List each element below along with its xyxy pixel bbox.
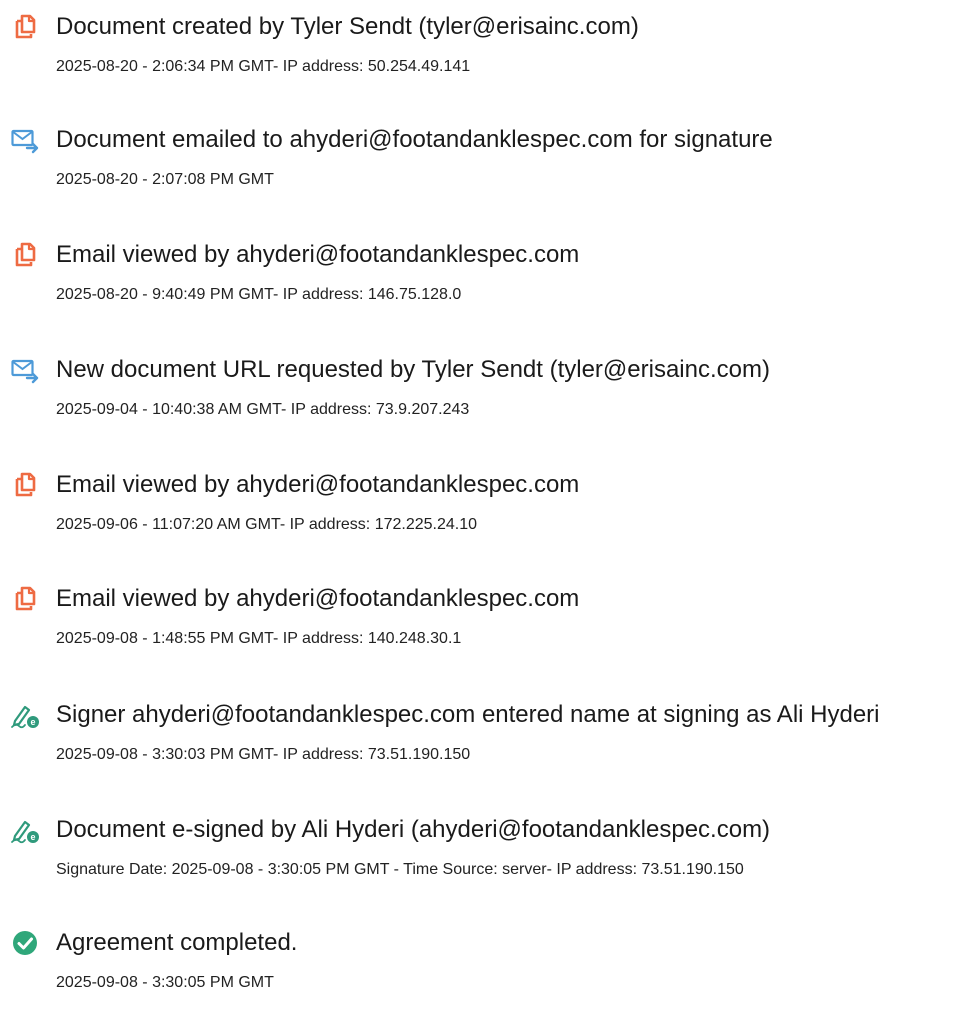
entry-detail: 2025-08-20 - 2:07:08 PM GMT — [56, 171, 274, 188]
signature-pen-icon: e — [10, 700, 40, 730]
log-entry: Email viewed by ahyderi@footandanklespec… — [0, 584, 974, 684]
entry-detail: 2025-09-08 - 3:30:03 PM GMT- IP address:… — [56, 746, 471, 763]
entry-title: Email viewed by ahyderi@footandanklespec… — [56, 585, 580, 612]
document-icon — [10, 470, 40, 500]
entry-title: Document created by Tyler Sendt (tyler@e… — [56, 13, 639, 40]
log-entry: Document created by Tyler Sendt (tyler@e… — [0, 12, 974, 112]
entry-detail: 2025-08-20 - 9:40:49 PM GMT- IP address:… — [56, 286, 462, 303]
log-entry: e Signer ahyderi@footandanklespec.com en… — [0, 700, 974, 800]
document-icon — [10, 12, 40, 42]
log-entry: Email viewed by ahyderi@footandanklespec… — [0, 470, 974, 570]
email-icon — [10, 125, 40, 155]
entry-title: Agreement completed. — [56, 929, 298, 956]
entry-detail: 2025-09-08 - 1:48:55 PM GMT- IP address:… — [56, 630, 462, 647]
email-icon — [10, 355, 40, 385]
entry-detail: Signature Date: 2025-09-08 - 3:30:05 PM … — [56, 861, 744, 878]
entry-title: Signer ahyderi@footandanklespec.com ente… — [56, 701, 880, 728]
log-entry: Agreement completed. 2025-09-08 - 3:30:0… — [0, 928, 974, 1028]
entry-title: New document URL requested by Tyler Send… — [56, 356, 770, 383]
document-icon — [10, 240, 40, 270]
log-entry: Email viewed by ahyderi@footandanklespec… — [0, 240, 974, 340]
signature-pen-icon: e — [10, 815, 40, 845]
entry-title: Email viewed by ahyderi@footandanklespec… — [56, 471, 580, 498]
entry-detail: 2025-09-06 - 11:07:20 AM GMT- IP address… — [56, 516, 478, 533]
svg-text:e: e — [30, 717, 35, 727]
entry-detail: 2025-09-08 - 3:30:05 PM GMT — [56, 974, 274, 991]
svg-text:e: e — [30, 832, 35, 842]
check-circle-icon — [10, 928, 40, 958]
log-entry: New document URL requested by Tyler Send… — [0, 355, 974, 455]
document-icon — [10, 584, 40, 614]
log-entry: e Document e-signed by Ali Hyderi (ahyde… — [0, 815, 974, 915]
entry-detail: 2025-09-04 - 10:40:38 AM GMT- IP address… — [56, 401, 470, 418]
entry-title: Document emailed to ahyderi@footandankle… — [56, 126, 773, 153]
entry-title: Document e-signed by Ali Hyderi (ahyderi… — [56, 816, 771, 843]
entry-detail: 2025-08-20 - 2:06:34 PM GMT- IP address:… — [56, 58, 471, 75]
log-entry: Document emailed to ahyderi@footandankle… — [0, 125, 974, 225]
entry-title: Email viewed by ahyderi@footandanklespec… — [56, 241, 580, 268]
